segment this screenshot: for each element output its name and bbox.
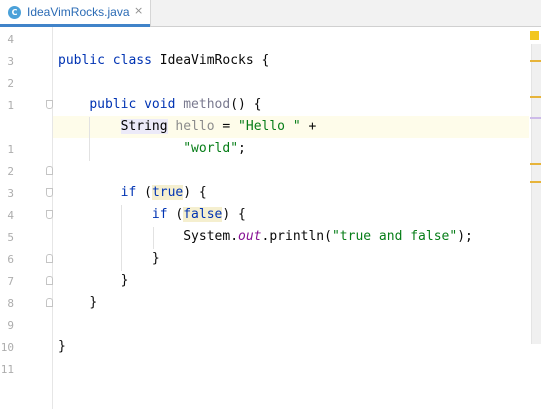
code-line-current: String hello = "Hello " +: [58, 116, 316, 138]
code-line: }: [58, 270, 129, 292]
punctuation: ) {: [183, 185, 207, 200]
code-line: }: [58, 292, 97, 314]
punctuation: ;: [238, 141, 246, 156]
keyword: if: [151, 207, 168, 222]
punctuation: () {: [230, 97, 262, 112]
code-line: }: [58, 248, 160, 270]
operator: +: [300, 119, 317, 134]
keyword: false: [183, 207, 223, 222]
warning-marker[interactable]: [530, 60, 541, 62]
keyword: public class: [58, 53, 152, 68]
fold-marker-icon[interactable]: [46, 210, 53, 219]
line-number: 1: [7, 99, 14, 112]
code-line: public void method() {: [58, 94, 262, 116]
method-call: .println(: [261, 229, 332, 244]
punctuation: );: [457, 229, 473, 244]
variable-name: hello: [175, 119, 215, 134]
line-number: 4: [7, 33, 14, 46]
keyword: if: [120, 185, 137, 200]
class-name: IdeaVimRocks: [159, 53, 254, 68]
line-number: 11: [0, 363, 14, 376]
code-line: if (true) {: [58, 182, 207, 204]
line-number: 6: [7, 253, 14, 266]
code-editor[interactable]: public class IdeaVimRocks { public void …: [53, 27, 529, 409]
vertical-scrollbar[interactable]: [531, 44, 541, 344]
punctuation: ) {: [222, 207, 246, 222]
fold-marker-icon[interactable]: [46, 188, 53, 197]
warning-status-icon[interactable]: [530, 31, 539, 40]
keyword: public void: [89, 97, 176, 112]
line-number: 8: [7, 297, 14, 310]
fold-marker-icon[interactable]: [46, 166, 53, 175]
punctuation: (: [167, 207, 184, 222]
brace: }: [151, 251, 160, 266]
keyword: true: [151, 185, 184, 200]
warning-marker[interactable]: [530, 96, 541, 98]
fold-marker-icon[interactable]: [46, 298, 53, 307]
brace: }: [89, 295, 98, 310]
type-name: String: [120, 119, 168, 134]
line-number-current: [0, 117, 14, 139]
line-number: 2: [7, 165, 14, 178]
method-name: method: [183, 97, 231, 112]
class-reference: System.: [183, 229, 239, 244]
warning-marker[interactable]: [530, 163, 541, 165]
line-number: 10: [0, 341, 14, 354]
line-number: 7: [7, 275, 14, 288]
code-line: System.out.println("true and false");: [58, 226, 473, 248]
tab-ideavimrocks-java[interactable]: C IdeaVimRocks.java ×: [0, 0, 151, 27]
line-number-gutter[interactable]: 4 3 2 1 1 2 3 4 5 6 7 8 9 10 11: [0, 27, 53, 409]
string-literal: "world": [183, 141, 239, 156]
brace: }: [58, 339, 66, 354]
line-number: 1: [7, 143, 14, 156]
line-number: 2: [7, 77, 14, 90]
string-literal: "Hello ": [238, 119, 301, 134]
string-literal: "true and false": [331, 229, 458, 244]
fold-marker-icon[interactable]: [46, 254, 53, 263]
static-field: out: [238, 229, 262, 244]
tab-title: IdeaVimRocks.java: [27, 5, 130, 19]
operator: =: [214, 119, 239, 134]
line-number: 4: [7, 209, 14, 222]
caret-marker[interactable]: [530, 117, 541, 119]
line-number: 3: [7, 187, 14, 200]
close-icon[interactable]: ×: [134, 4, 143, 17]
brace: {: [253, 53, 270, 68]
fold-marker-icon[interactable]: [46, 100, 53, 109]
code-line: "world";: [58, 138, 246, 160]
java-class-icon: C: [8, 6, 21, 19]
line-number: 9: [7, 319, 14, 332]
code-line: if (false) {: [58, 204, 246, 226]
code-line: }: [58, 336, 66, 358]
code-line: public class IdeaVimRocks {: [58, 50, 269, 72]
punctuation: (: [136, 185, 152, 200]
brace: }: [120, 273, 129, 288]
warning-marker[interactable]: [530, 181, 541, 183]
line-number: 3: [7, 55, 14, 68]
fold-marker-icon[interactable]: [46, 276, 53, 285]
editor-tab-bar: C IdeaVimRocks.java ×: [0, 0, 541, 27]
line-number: 5: [7, 231, 14, 244]
